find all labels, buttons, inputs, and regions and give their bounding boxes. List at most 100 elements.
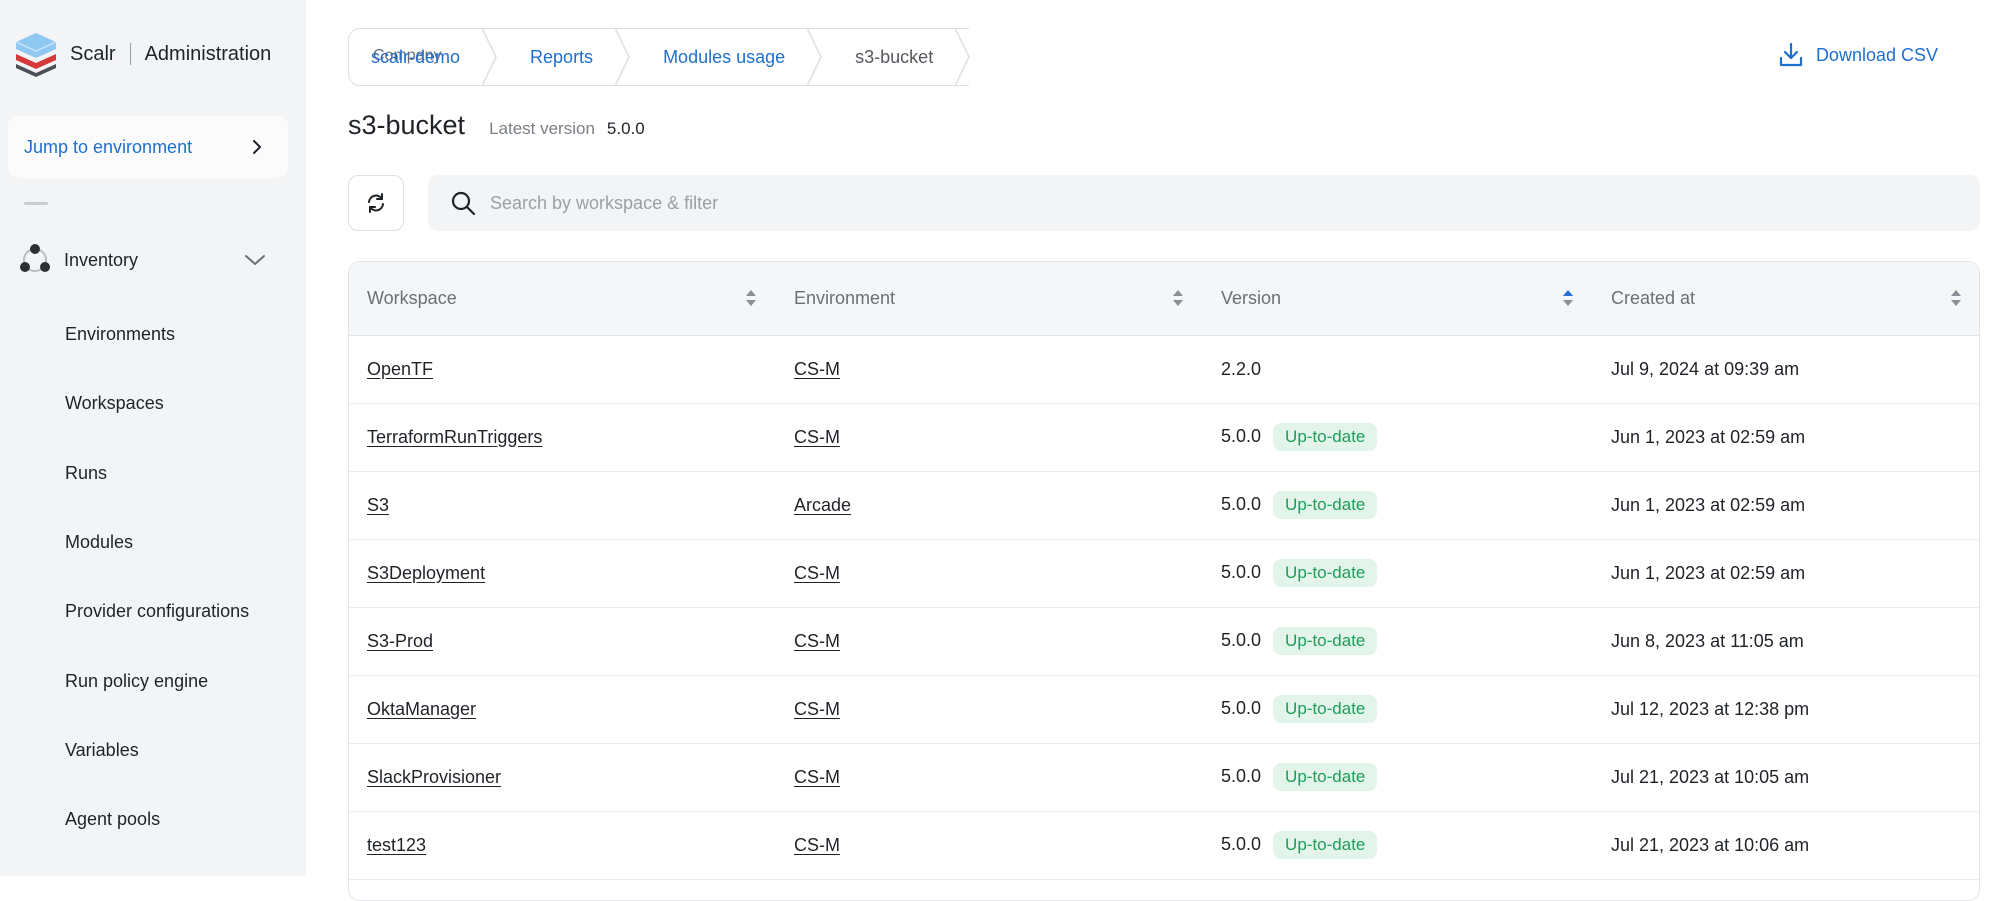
- workspace-link[interactable]: OpenTF: [367, 359, 433, 379]
- environment-link[interactable]: CS-M: [794, 631, 840, 651]
- status-badge: Up-to-date: [1273, 831, 1378, 859]
- environment-link[interactable]: CS-M: [794, 767, 840, 787]
- table-body: OpenTF CS-M 2.2.0 Jul 9, 2024 at 09:39 am Te…: [349, 335, 1979, 879]
- breadcrumb-link[interactable]: Modules usage: [663, 47, 785, 68]
- created-at-cell: Jun 1, 2023 at 02:59 am: [1593, 403, 1979, 471]
- column-header-label: Workspace: [367, 287, 457, 308]
- workspace-link[interactable]: OktaManager: [367, 699, 476, 719]
- modules-usage-table: Workspace Environment Version Created at…: [348, 261, 1980, 901]
- search-input[interactable]: [488, 191, 1980, 215]
- download-csv-label: Download CSV: [1815, 44, 1938, 65]
- environment-link[interactable]: CS-M: [794, 427, 840, 447]
- version-value: 5.0.0: [1221, 562, 1262, 582]
- breadcrumb: Company scalr-demo Reports Modules usage…: [348, 28, 971, 86]
- sidebar-item-agent-pools[interactable]: Agent pools: [0, 785, 306, 854]
- workspace-link[interactable]: S3-Prod: [367, 631, 433, 651]
- environment-link[interactable]: CS-M: [794, 699, 840, 719]
- sidebar-item-workspaces[interactable]: Workspaces: [0, 369, 306, 438]
- environment-link[interactable]: Arcade: [794, 495, 851, 515]
- search-icon: [451, 191, 476, 216]
- table-row: S3 Arcade 5.0.0 Up-to-date Jun 1, 2023 at 02…: [349, 471, 1979, 539]
- sidebar-item-environments[interactable]: Environments: [0, 300, 306, 369]
- status-badge: Up-to-date: [1273, 763, 1378, 791]
- created-at-cell: Jun 8, 2023 at 11:05 am: [1593, 607, 1979, 675]
- workspace-link[interactable]: test123: [367, 835, 426, 855]
- status-badge: Up-to-date: [1273, 627, 1378, 655]
- version-value: 5.0.0: [1221, 426, 1262, 446]
- column-header-version[interactable]: Version: [1203, 262, 1593, 336]
- environment-link[interactable]: CS-M: [794, 563, 840, 583]
- column-header-created-at[interactable]: Created at: [1593, 262, 1979, 336]
- breadcrumb-item-reports[interactable]: Reports: [496, 28, 630, 86]
- created-at-cell: Jun 1, 2023 at 02:59 am: [1593, 539, 1979, 607]
- created-at-value: Jun 1, 2023 at 02:59 am: [1611, 494, 1806, 515]
- sidebar: Scalr Administration Jump to environment…: [0, 0, 306, 876]
- created-at-cell: Jul 9, 2024 at 09:39 am: [1593, 335, 1979, 403]
- version-value: 5.0.0: [1221, 494, 1262, 514]
- inventory-label: Inventory: [64, 249, 139, 270]
- download-csv-button[interactable]: Download CSV: [1778, 42, 1938, 68]
- version-value: 5.0.0: [1221, 698, 1262, 718]
- workspace-cell: OpenTF: [349, 335, 776, 403]
- version-cell: 5.0.0 Up-to-date: [1203, 607, 1593, 675]
- chevron-right-icon: [253, 140, 261, 154]
- workspace-link[interactable]: SlackProvisioner: [367, 767, 501, 787]
- column-header-label: Environment: [794, 287, 896, 308]
- breadcrumb-separator-icon: [807, 28, 822, 86]
- chevron-down-icon: [245, 255, 265, 265]
- sidebar-item-modules[interactable]: Modules: [0, 508, 306, 577]
- breadcrumb-item-company[interactable]: scalr-demo: [349, 28, 497, 86]
- created-at-value: Jul 12, 2023 at 12:38 pm: [1611, 698, 1810, 719]
- created-at-value: Jun 8, 2023 at 11:05 am: [1611, 630, 1804, 651]
- status-badge: Up-to-date: [1273, 491, 1378, 519]
- column-header-workspace[interactable]: Workspace: [349, 262, 776, 336]
- latest-version-label: Latest version: [489, 119, 595, 138]
- workspace-link[interactable]: S3Deployment: [367, 563, 485, 583]
- environment-link[interactable]: CS-M: [794, 359, 840, 379]
- table-row: S3Deployment CS-M 5.0.0 Up-to-date Jun 1, 20…: [349, 539, 1979, 607]
- column-header-environment[interactable]: Environment: [776, 262, 1203, 336]
- created-at-value: Jul 9, 2024 at 09:39 am: [1611, 358, 1800, 379]
- workspace-link[interactable]: TerraformRunTriggers: [367, 427, 542, 447]
- breadcrumb-link[interactable]: Reports: [530, 47, 593, 68]
- table-header-row: Workspace Environment Version Created at: [349, 262, 1979, 336]
- sort-icon: [1173, 290, 1183, 307]
- version-cell: 2.2.0: [1203, 335, 1593, 403]
- version-value: 5.0.0: [1221, 834, 1262, 854]
- environment-cell: Arcade: [776, 471, 1203, 539]
- sidebar-item-provider-configurations[interactable]: Provider configurations: [0, 577, 306, 646]
- scalr-logo-icon: [15, 33, 57, 77]
- version-value: 5.0.0: [1221, 766, 1262, 786]
- workspace-cell: TerraformRunTriggers: [349, 403, 776, 471]
- sidebar-item-variables[interactable]: Variables: [0, 716, 306, 785]
- table-row: TerraformRunTriggers CS-M 5.0.0 Up-to-date J…: [349, 403, 1979, 471]
- table-row: OktaManager CS-M 5.0.0 Up-to-date Jul 12, 20…: [349, 675, 1979, 743]
- breadcrumb-link[interactable]: scalr-demo: [371, 47, 460, 68]
- collapse-sidebar-handle[interactable]: [24, 202, 48, 205]
- environment-link[interactable]: CS-M: [794, 835, 840, 855]
- workspace-cell: OktaManager: [349, 675, 776, 743]
- workspace-link[interactable]: S3: [367, 495, 389, 515]
- table-row: test123 CS-M 5.0.0 Up-to-date Jul 21, 2023 a…: [349, 811, 1979, 879]
- breadcrumb-separator-icon: [482, 28, 497, 86]
- version-cell: 5.0.0 Up-to-date: [1203, 675, 1593, 743]
- page-title: s3-bucket: [348, 110, 466, 140]
- table-row: OpenTF CS-M 2.2.0 Jul 9, 2024 at 09:39 am: [349, 335, 1979, 403]
- environment-cell: CS-M: [776, 335, 1203, 403]
- main-content: Company scalr-demo Reports Modules usage…: [348, 0, 2000, 901]
- refresh-button[interactable]: [348, 175, 404, 231]
- inventory-section-toggle[interactable]: Inventory: [18, 242, 266, 278]
- created-at-cell: Jul 12, 2023 at 12:38 pm: [1593, 675, 1979, 743]
- search-bar[interactable]: [428, 175, 1980, 231]
- jump-to-environment-button[interactable]: Jump to environment: [8, 116, 288, 178]
- status-badge: Up-to-date: [1273, 559, 1378, 587]
- workspace-cell: S3: [349, 471, 776, 539]
- status-badge: Up-to-date: [1273, 695, 1378, 723]
- sidebar-item-run-policy-engine[interactable]: Run policy engine: [0, 646, 306, 715]
- brand[interactable]: Scalr Administration: [12, 30, 271, 78]
- created-at-cell: Jun 1, 2023 at 02:59 am: [1593, 471, 1979, 539]
- breadcrumb-item-modules-usage[interactable]: Modules usage: [629, 28, 822, 86]
- environment-cell: CS-M: [776, 403, 1203, 471]
- breadcrumb-item-current: s3-bucket: [821, 28, 971, 86]
- sidebar-item-runs[interactable]: Runs: [0, 439, 306, 508]
